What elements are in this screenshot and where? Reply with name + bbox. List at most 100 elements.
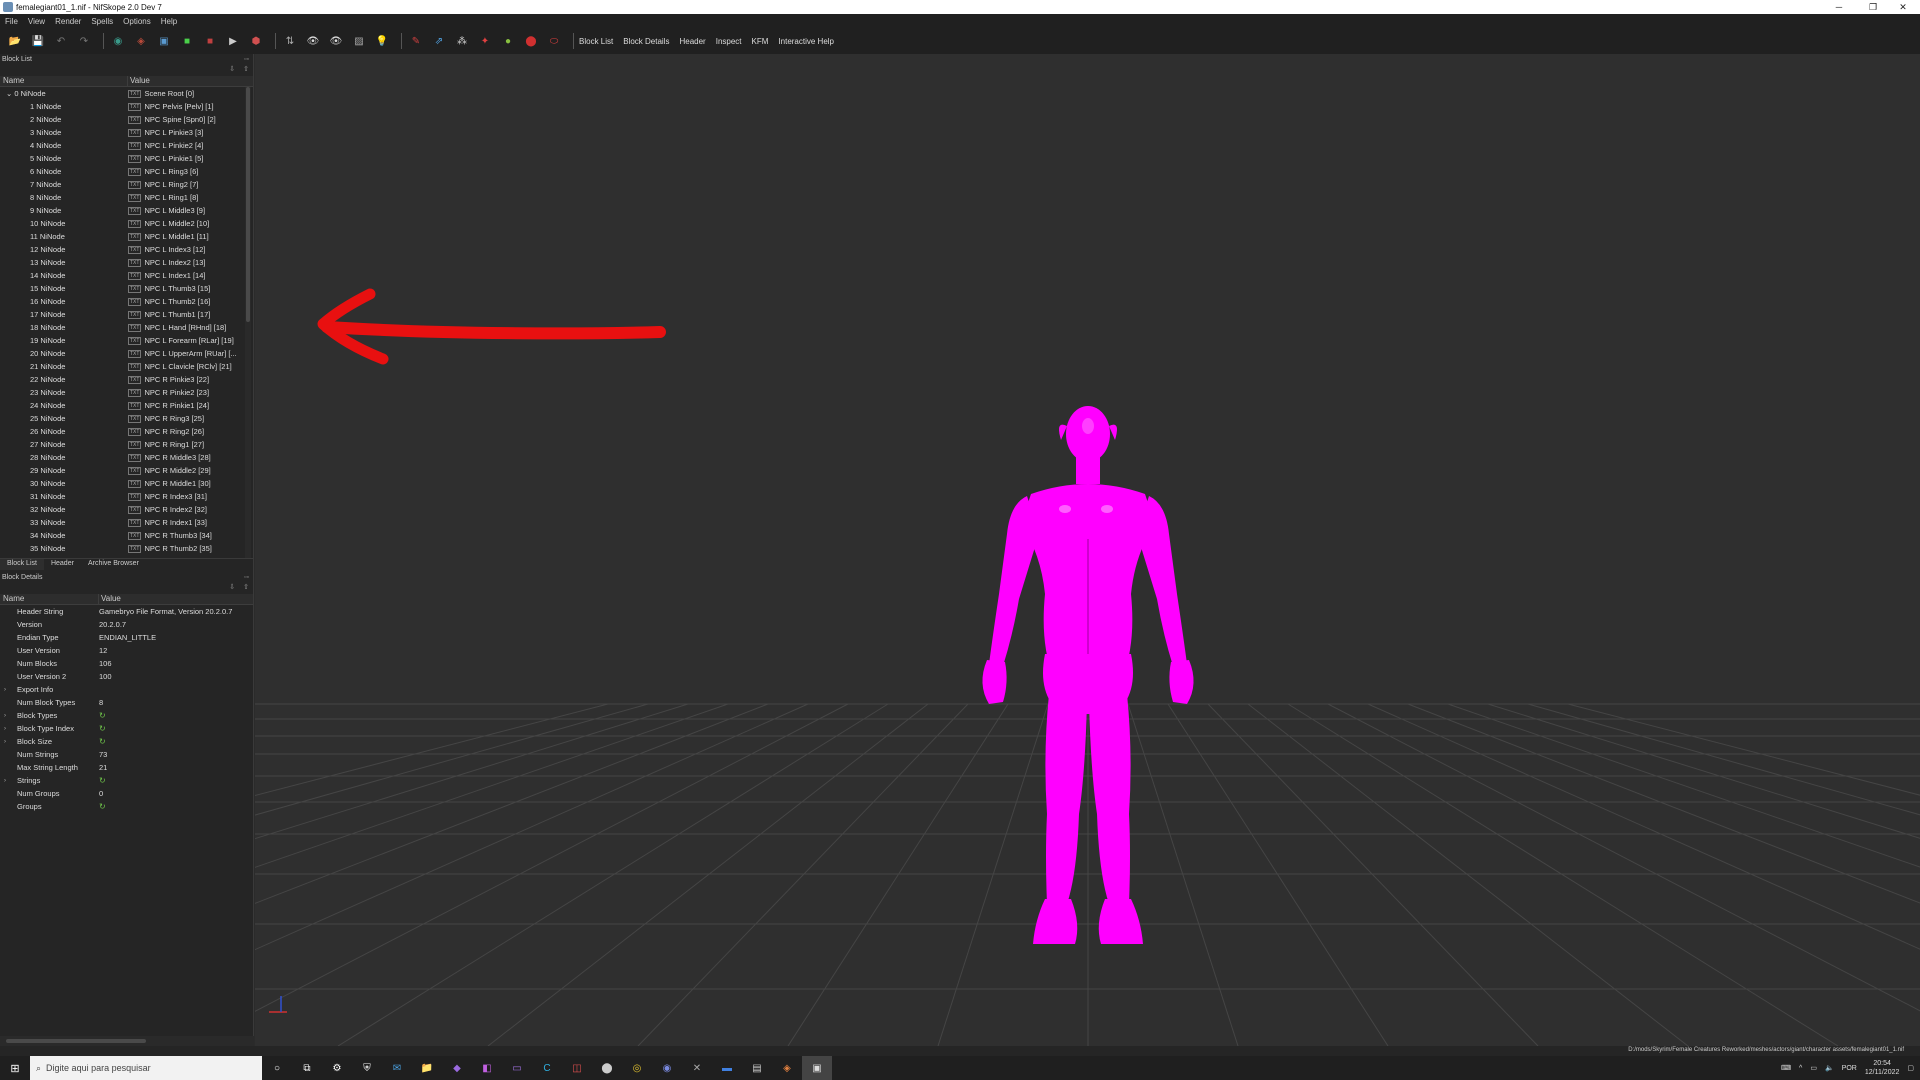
block-list-row[interactable]: 17 NiNode TXT NPC L Thumb1 [17] <box>0 308 253 321</box>
show-hidden-icon[interactable]: 👁 <box>304 32 322 50</box>
detail-row[interactable]: User Version 12 <box>0 644 253 657</box>
dock-float-close-icons[interactable]: ▫▫ <box>244 56 253 63</box>
detail-row[interactable]: › Block Size ↻ <box>0 735 253 748</box>
menu-render[interactable]: Render <box>50 17 86 26</box>
file-explorer-icon[interactable]: 📁 <box>412 1056 442 1080</box>
pin-icon-2[interactable]: ⇧ <box>243 583 249 594</box>
menu-options[interactable]: Options <box>118 17 156 26</box>
specular-icon[interactable]: ✦ <box>476 32 494 50</box>
details-column-name-header[interactable]: Name <box>0 594 99 604</box>
collapse-icon-2[interactable]: ⇩ <box>229 583 235 594</box>
expand-arrow-icon[interactable]: › <box>0 726 10 732</box>
mail-icon[interactable]: ✉ <box>382 1056 412 1080</box>
view-front-icon[interactable]: ■ <box>178 32 196 50</box>
block-list-row[interactable]: 24 NiNode TXT NPC R Pinkie1 [24] <box>0 399 253 412</box>
task-view-icon[interactable]: ⧉ <box>292 1056 322 1080</box>
app-icon-8[interactable]: ▤ <box>742 1056 772 1080</box>
block-list-row[interactable]: 10 NiNode TXT NPC L Middle2 [10] <box>0 217 253 230</box>
block-list-row[interactable]: 25 NiNode TXT NPC R Ring3 [25] <box>0 412 253 425</box>
detail-row[interactable]: › Block Types ↻ <box>0 709 253 722</box>
menu-view[interactable]: View <box>23 17 50 26</box>
nifskope-icon[interactable]: ▣ <box>802 1056 832 1080</box>
show-nodes-icon[interactable]: 👁 <box>327 32 345 50</box>
block-list-row[interactable]: 3 NiNode TXT NPC L Pinkie3 [3] <box>0 126 253 139</box>
block-list-row[interactable]: 11 NiNode TXT NPC L Middle1 [11] <box>0 230 253 243</box>
walk-mode-icon[interactable]: ⇅ <box>281 32 299 50</box>
maximize-button[interactable]: ❐ <box>1856 0 1890 14</box>
view-side-icon[interactable]: ■ <box>201 32 219 50</box>
hscroll-thumb[interactable] <box>6 1039 146 1043</box>
security-icon[interactable]: ⛨ <box>352 1056 382 1080</box>
close-button[interactable]: ✕ <box>1886 0 1920 14</box>
block-list-row[interactable]: 32 NiNode TXT NPC R Index2 [32] <box>0 503 253 516</box>
app-icon-9[interactable]: ◈ <box>772 1056 802 1080</box>
block-list-scrollbar[interactable] <box>245 87 251 558</box>
block-list-row[interactable]: 5 NiNode TXT NPC L Pinkie1 [5] <box>0 152 253 165</box>
block-list-row[interactable]: 36 NiNode TXTNPC R Thumb1 [36] <box>0 555 253 558</box>
clock[interactable]: 20:54 12/11/2022 <box>1865 1059 1900 1077</box>
render-viewport[interactable] <box>255 54 1920 1046</box>
app-icon-2[interactable]: ◧ <box>472 1056 502 1080</box>
block-list-row[interactable]: 23 NiNode TXT NPC R Pinkie2 [23] <box>0 386 253 399</box>
app-icon-4[interactable]: C <box>532 1056 562 1080</box>
block-list-row[interactable]: 14 NiNode TXT NPC L Index1 [14] <box>0 269 253 282</box>
detail-row[interactable]: Header String Gamebryo File Format, Versi… <box>0 605 253 618</box>
network-icon[interactable]: ▭ <box>1810 1064 1817 1072</box>
view-perspective-icon[interactable]: ⬢ <box>247 32 265 50</box>
menu-file[interactable]: File <box>0 17 23 26</box>
lighting-icon[interactable]: 💡 <box>373 32 391 50</box>
glow-icon[interactable]: ● <box>499 32 517 50</box>
detail-row[interactable]: Num Strings 73 <box>0 748 253 761</box>
expand-arrow-icon[interactable]: › <box>0 739 10 745</box>
collapse-icon[interactable]: ⇩ <box>229 65 235 76</box>
refresh-array-icon[interactable]: ↻ <box>99 776 106 785</box>
keyboard-icon[interactable]: ⌨ <box>1781 1064 1791 1072</box>
menu-spells[interactable]: Spells <box>86 17 118 26</box>
app-icon-6[interactable]: ✕ <box>682 1056 712 1080</box>
block-list-row[interactable]: 12 NiNode TXT NPC L Index3 [12] <box>0 243 253 256</box>
block-list-row[interactable]: 4 NiNode TXT NPC L Pinkie2 [4] <box>0 139 253 152</box>
viewport-canvas[interactable] <box>255 54 1920 1046</box>
view-top-icon[interactable]: ▣ <box>155 32 173 50</box>
block-list-row[interactable]: 31 NiNode TXT NPC R Index3 [31] <box>0 490 253 503</box>
settings-icon[interactable]: ⚙ <box>322 1056 352 1080</box>
view-user-icon[interactable]: ▶ <box>224 32 242 50</box>
block-list-row[interactable]: 16 NiNode TXT NPC L Thumb2 [16] <box>0 295 253 308</box>
block-list-row[interactable]: 26 NiNode TXT NPC R Ring2 [26] <box>0 425 253 438</box>
app-icon-7[interactable]: ▬ <box>712 1056 742 1080</box>
toolbar-kfm-button[interactable]: KFM <box>752 37 769 46</box>
block-list-row[interactable]: 27 NiNode TXT NPC R Ring1 [27] <box>0 438 253 451</box>
expand-arrow-icon[interactable]: › <box>0 778 10 784</box>
block-list-row[interactable]: 18 NiNode TXT NPC L Hand [RHnd] [18] <box>0 321 253 334</box>
show-collision-icon[interactable]: ▨ <box>350 32 368 50</box>
details-column-value-header[interactable]: Value <box>99 594 253 604</box>
block-list-row[interactable]: 13 NiNode TXT NPC L Index2 [13] <box>0 256 253 269</box>
detail-row[interactable]: Endian Type ENDIAN_LITTLE <box>0 631 253 644</box>
textures-icon[interactable]: ✎ <box>407 32 425 50</box>
start-button[interactable]: ⊞ <box>0 1056 30 1080</box>
detail-row[interactable]: Max String Length 21 <box>0 761 253 774</box>
toolbar-header-button[interactable]: Header <box>679 37 705 46</box>
toolbar-block-list-button[interactable]: Block List <box>579 37 613 46</box>
block-list-row[interactable]: 8 NiNode TXT NPC L Ring1 [8] <box>0 191 253 204</box>
detail-row[interactable]: › Strings ↻ <box>0 774 253 787</box>
block-list-row[interactable]: 2 NiNode TXT NPC Spine [Spn0] [2] <box>0 113 253 126</box>
app-icon-3[interactable]: ▭ <box>502 1056 532 1080</box>
block-list-row[interactable]: 20 NiNode TXT NPC L UpperArm [RUar] [... <box>0 347 253 360</box>
app-icon-5[interactable]: ◫ <box>562 1056 592 1080</box>
details-horizontal-scrollbar[interactable] <box>0 1036 254 1046</box>
select-object-icon[interactable]: ◉ <box>109 32 127 50</box>
toolbar-interactive-help-button[interactable]: Interactive Help <box>778 37 834 46</box>
redo-icon[interactable]: ↷ <box>75 32 93 50</box>
detail-row[interactable]: Version 20.2.0.7 <box>0 618 253 631</box>
block-list-row[interactable]: 21 NiNode TXT NPC L Clavicle [RClv] [21] <box>0 360 253 373</box>
block-list-row[interactable]: 33 NiNode TXT NPC R Index1 [33] <box>0 516 253 529</box>
scrollbar-thumb[interactable] <box>246 87 250 322</box>
detail-row[interactable]: Num Block Types 8 <box>0 696 253 709</box>
expand-arrow-icon[interactable]: › <box>0 713 10 719</box>
app-icon-1[interactable]: ◆ <box>442 1056 472 1080</box>
detail-row[interactable]: › Block Type Index ↻ <box>0 722 253 735</box>
chevron-up-icon[interactable]: ^ <box>1799 1065 1802 1072</box>
refresh-array-icon[interactable]: ↻ <box>99 724 106 733</box>
tab-header[interactable]: Header <box>44 559 81 570</box>
